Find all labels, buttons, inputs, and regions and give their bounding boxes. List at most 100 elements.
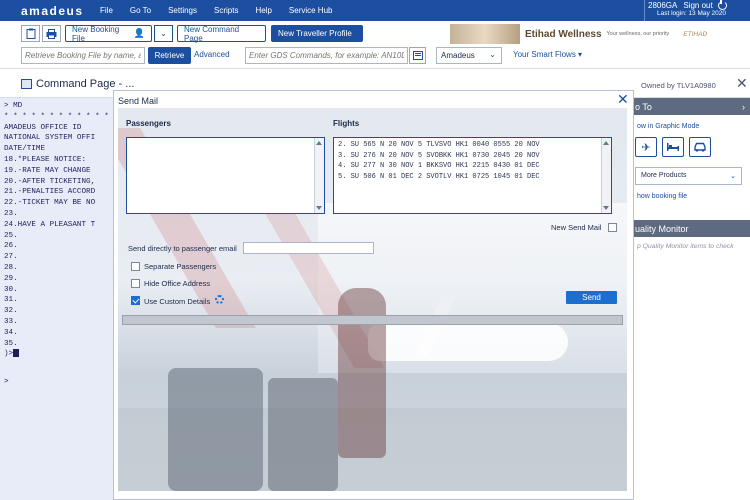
new-send-mail-label: New Send Mail (551, 223, 602, 232)
command-line: 21.-PENALTIES ACCORD (4, 188, 96, 197)
command-line: 24.HAVE A PLEASANT T (4, 220, 96, 229)
office-info: 2806GA Sign out Last login: 13 May 2020 (644, 0, 750, 21)
chevron-down-icon: ⌄ (160, 29, 167, 38)
command-page-icon (21, 79, 32, 89)
passengers-label: Passengers (126, 119, 171, 128)
smart-flows-menu[interactable]: Your Smart Flows ▾ (513, 50, 582, 59)
gds-system-select[interactable]: Amadeus ⌄ (436, 47, 502, 64)
new-send-mail-checkbox[interactable] (608, 223, 617, 232)
goto-header[interactable]: o To › (629, 98, 750, 115)
new-booking-file-button[interactable]: New Booking File 👤 (65, 24, 152, 43)
hotel-bed-icon[interactable] (662, 137, 684, 157)
command-line: 25. (4, 231, 18, 240)
retrieve-button[interactable]: Retrieve (148, 47, 191, 64)
menu-service-hub[interactable]: Service Hub (289, 6, 333, 15)
flights-scrollbar[interactable] (601, 138, 611, 213)
advanced-link[interactable]: Advanced (194, 50, 230, 59)
power-icon[interactable] (717, 0, 727, 10)
person-icon: 👤 (133, 28, 145, 38)
more-products-label: More Products (641, 172, 687, 179)
command-line: 23. (4, 209, 18, 218)
clipboard-icon[interactable] (21, 25, 40, 42)
use-custom-details-checkbox[interactable] (131, 296, 140, 305)
etihad-logo: ETIHAD (683, 30, 708, 38)
menu-goto[interactable]: Go To (130, 6, 151, 15)
command-line: 34. (4, 328, 18, 337)
separate-passengers-checkbox[interactable] (131, 262, 140, 271)
keyboard-icon[interactable] (409, 47, 426, 64)
flights-entries: 2. SU 565 N 20 NOV 5 TLVSVO HK1 0040 055… (334, 138, 611, 182)
menu-file[interactable]: File (100, 6, 113, 15)
office-id: 2806GA (648, 1, 678, 10)
new-booking-dropdown[interactable]: ⌄ (154, 25, 173, 42)
command-line: 31. (4, 296, 18, 305)
hide-office-address-label: Hide Office Address (144, 279, 211, 288)
top-bar: amadeus File Go To Settings Scripts Help… (0, 0, 750, 21)
quality-monitor-header[interactable]: uality Monitor (629, 220, 750, 237)
command-line: 19.-RATE MAY CHANGE (4, 166, 91, 175)
etihad-ad-banner[interactable]: Etihad Wellness Your wellness, our prior… (450, 24, 742, 44)
menu-settings[interactable]: Settings (168, 6, 197, 15)
amadeus-logo: amadeus (21, 3, 84, 18)
send-button[interactable]: Send (566, 291, 617, 304)
passenger-email-input[interactable] (243, 242, 374, 254)
right-panel: o To › ow in Graphic Mode ✈ More Product… (628, 98, 750, 500)
menu-scripts[interactable]: Scripts (214, 6, 238, 15)
close-icon[interactable]: ✕ (736, 75, 748, 92)
flight-segment[interactable]: 4. SU 277 N 30 NOV 1 BKKSVO HK1 2215 043… (334, 161, 611, 172)
use-custom-details-label: Use Custom Details (144, 297, 211, 306)
toolbar: New Booking File 👤 ⌄ New Command Page Ne… (0, 21, 750, 69)
gds-command-input[interactable] (245, 47, 408, 64)
command-prompt[interactable]: > (0, 374, 116, 388)
airplane-icon[interactable]: ✈ (635, 137, 657, 157)
graphic-mode-link[interactable]: ow in Graphic Mode (629, 123, 750, 130)
new-traveller-profile-button[interactable]: New Traveller Profile (271, 25, 363, 42)
new-command-page-button[interactable]: New Command Page (177, 25, 266, 43)
owned-by: Owned by TLV1A0980 (641, 81, 716, 90)
flight-segment[interactable]: 2. SU 565 N 20 NOV 5 TLVSVO HK1 0040 055… (334, 140, 611, 151)
command-line: 30. (4, 285, 18, 294)
show-booking-file-link[interactable]: how booking file (629, 193, 750, 200)
more-products-select[interactable]: More Products ⌄ (635, 167, 742, 185)
passengers-list[interactable] (126, 137, 325, 214)
flight-segment[interactable]: 3. SU 276 N 20 NOV 5 SVOBKK HK1 0730 204… (334, 151, 611, 162)
ad-title: Etihad Wellness (525, 28, 602, 40)
passengers-scrollbar[interactable] (314, 138, 324, 213)
retrieve-booking-input[interactable] (21, 47, 145, 64)
printer-icon[interactable] (42, 25, 61, 42)
sign-out-link[interactable]: Sign out (683, 1, 712, 10)
command-line: 35. (4, 339, 18, 348)
flights-label: Flights (333, 119, 360, 128)
last-login: Last login: 13 May 2020 (657, 10, 727, 17)
gds-system-value: Amadeus (441, 51, 475, 60)
command-line: DATE/TIME (4, 145, 46, 154)
command-line: 27. (4, 253, 18, 262)
command-line: 28. (4, 263, 18, 272)
quality-monitor-note: p Quality Monitor items to check (637, 243, 734, 250)
send-direct-label: Send directly to passenger email (128, 244, 237, 253)
command-output-area[interactable]: > MD * * * * * * * * * * * * * AMADEUS OFF… (0, 98, 118, 500)
flight-segment[interactable]: 5. SU 506 N 01 DEC 2 SVOTLV HK1 0725 104… (334, 172, 611, 183)
flights-list[interactable]: 2. SU 565 N 20 NOV 5 TLVSVO HK1 0040 055… (333, 137, 612, 214)
close-icon[interactable]: ✕ (617, 91, 629, 108)
command-line: )> (4, 349, 116, 360)
ad-photo (450, 24, 520, 44)
command-page-title: Command Page - ... (21, 78, 134, 90)
command-page-title-text: Command Page - ... (36, 78, 135, 90)
goto-title: o To (635, 101, 652, 112)
new-booking-file-label: New Booking File (72, 24, 120, 43)
command-line: 26. (4, 242, 18, 251)
hide-office-address-checkbox[interactable] (131, 279, 140, 288)
command-line: 18.*PLEASE NOTICE: (4, 155, 87, 164)
send-mail-dialog: Send Mail ✕ Passengers Flights 2. SU 565… (113, 90, 634, 500)
chevron-right-icon: › (742, 101, 745, 112)
car-icon[interactable] (689, 137, 711, 157)
command-line: AMADEUS OFFICE ID (4, 123, 82, 132)
menu-help[interactable]: Help (255, 6, 271, 15)
gear-icon[interactable] (215, 295, 224, 304)
chevron-down-icon: ⌄ (489, 50, 496, 59)
command-line: 22.-TICKET MAY BE NO (4, 199, 96, 208)
command-line: NATIONAL SYSTEM OFFI (4, 134, 96, 143)
command-line: > MD (4, 102, 23, 110)
command-line: 29. (4, 274, 18, 283)
